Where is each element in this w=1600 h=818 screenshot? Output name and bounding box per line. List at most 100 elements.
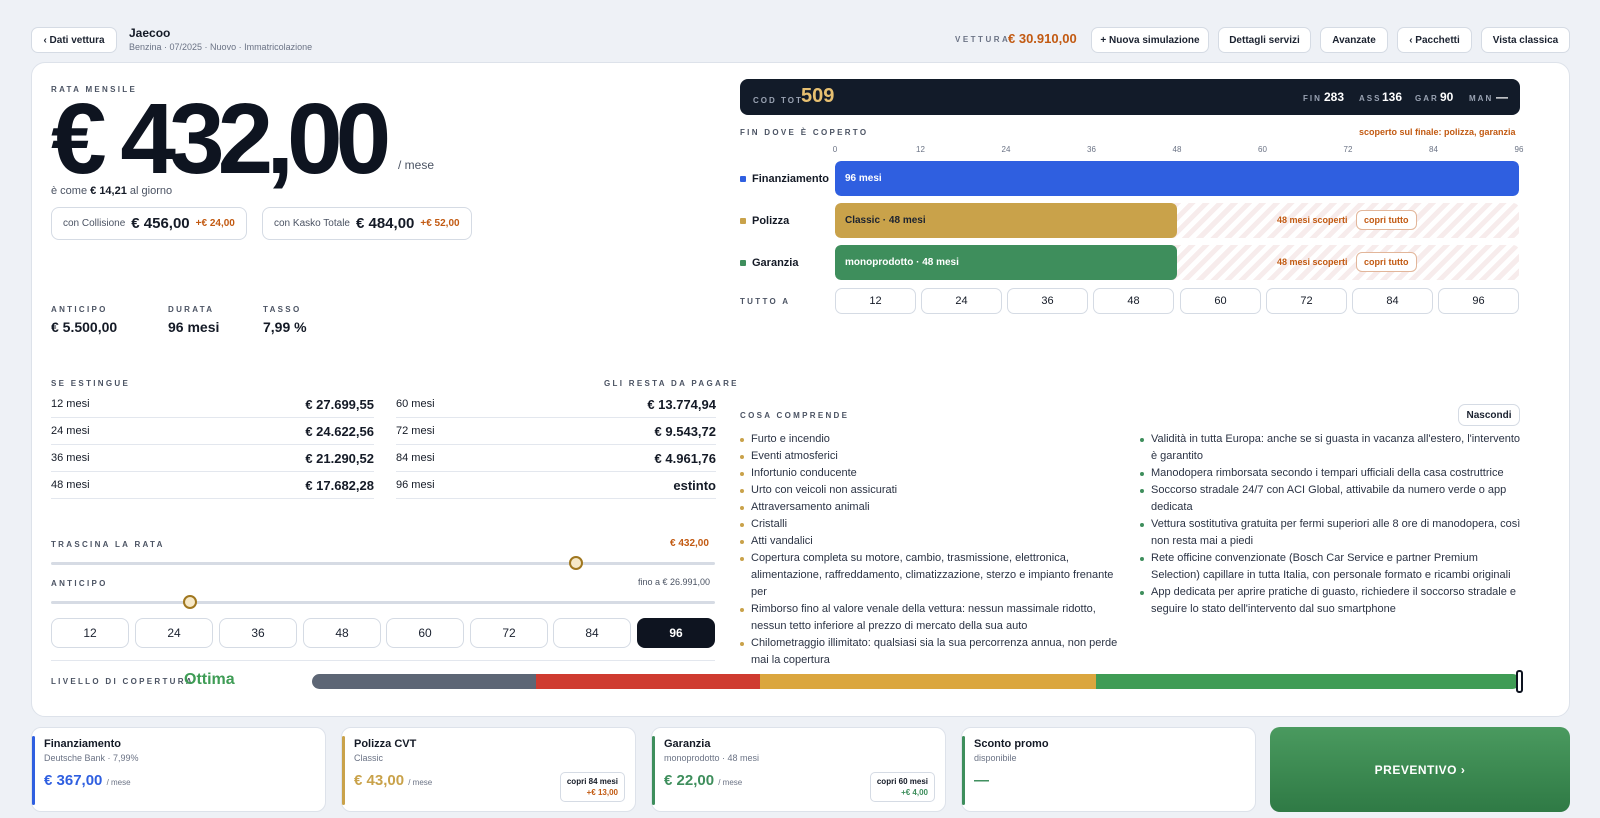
- lane-fill: Classic · 48 mesi: [835, 203, 1177, 238]
- card-value: € 367,00 / mese: [44, 772, 131, 789]
- list-item: Validità in tutta Europa: anche se si gu…: [1140, 431, 1522, 465]
- table-row: 72 mesi € 9.543,72: [396, 418, 716, 445]
- down-payment-max: fino a € 26.991,00: [638, 577, 711, 587]
- row-months: 84 mesi: [396, 452, 435, 464]
- lane-color-dot: [740, 260, 746, 266]
- table-row: 60 mesi € 13.774,94: [396, 391, 716, 418]
- card-unit: / mese: [106, 778, 131, 787]
- coverage-level-handle[interactable]: [1516, 670, 1523, 693]
- summary-card-promo[interactable]: Sconto promo disponibile —: [961, 727, 1256, 812]
- down-payment-slider-label: ANTICIPO: [51, 579, 108, 588]
- rate-slider[interactable]: [51, 562, 715, 565]
- new-simulation-button[interactable]: + Nuova simulazione: [1091, 27, 1209, 53]
- cover-all-button[interactable]: copri tutto: [1356, 210, 1417, 230]
- summary-card-policy[interactable]: Polizza CVT Classic € 43,00 / mese copri…: [341, 727, 636, 812]
- cover-more-button[interactable]: copri 60 mesi +€ 4,00: [869, 772, 935, 802]
- rate-slider-handle[interactable]: [568, 556, 583, 570]
- advanced-button[interactable]: Avanzate: [1320, 27, 1388, 53]
- list-item: Urto con veicoli non assicurati: [740, 482, 1125, 499]
- card-title: Finanziamento: [44, 738, 122, 750]
- option-delta: +€ 24,00: [195, 218, 235, 229]
- cover-all-button[interactable]: copri tutto: [1356, 252, 1417, 272]
- lane-uncovered-text: 48 mesi scoperti: [1277, 257, 1348, 267]
- down-payment-slider[interactable]: [51, 601, 715, 604]
- includes-list-left: Furto e incendio Eventi atmosferici Info…: [740, 431, 1125, 669]
- duration-label: DURATA: [168, 305, 215, 314]
- lane-fill: 96 mesi: [835, 161, 1519, 196]
- all-to-option[interactable]: 96: [1438, 288, 1519, 314]
- back-to-car-data-button[interactable]: ‹ Dati vettura: [31, 27, 117, 53]
- card-accent: [962, 736, 965, 805]
- row-months: 72 mesi: [396, 425, 435, 437]
- row-months: 96 mesi: [396, 479, 435, 491]
- cod-item-label: MAN: [1469, 94, 1494, 103]
- coverage-segment: [536, 674, 760, 689]
- cod-item-value: —: [1496, 90, 1508, 104]
- hide-button[interactable]: Nascondi: [1458, 404, 1520, 426]
- cover-more-delta: +€ 13,00: [586, 788, 618, 797]
- option-collision[interactable]: con Collisione € 456,00 +€ 24,00: [51, 207, 247, 240]
- table-row: 24 mesi € 24.622,56: [51, 418, 374, 445]
- row-months: 60 mesi: [396, 398, 435, 410]
- duration-option[interactable]: 36: [219, 618, 297, 648]
- all-to-option[interactable]: 84: [1352, 288, 1433, 314]
- remaining-label: GLI RESTA DA PAGARE: [604, 379, 739, 388]
- down-payment-label: ANTICIPO: [51, 305, 108, 314]
- cod-item-label: GAR: [1415, 94, 1439, 103]
- summary-card-warranty[interactable]: Garanzia monoprodotto · 48 mesi € 22,00 …: [651, 727, 946, 812]
- all-to-option[interactable]: 48: [1093, 288, 1174, 314]
- includes-list-right: Validità in tutta Europa: anche se si gu…: [1140, 431, 1522, 618]
- list-item: Rimborso fino al valore venale della vet…: [740, 601, 1125, 635]
- row-months: 48 mesi: [51, 479, 90, 491]
- all-to-option[interactable]: 36: [1007, 288, 1088, 314]
- row-value: € 21.290,52: [305, 450, 374, 466]
- lane-fill-label: 96 mesi: [845, 173, 882, 184]
- card-amount: € 367,00: [44, 772, 103, 789]
- timeline-tick: 0: [832, 145, 838, 154]
- card-title: Sconto promo: [974, 738, 1049, 750]
- lane-color-dot: [740, 176, 746, 182]
- timeline-tick: 12: [916, 145, 925, 154]
- service-details-button[interactable]: Dettagli servizi: [1218, 27, 1311, 53]
- duration-option[interactable]: 48: [303, 618, 381, 648]
- payoff-label: SE ESTINGUE: [51, 379, 131, 388]
- cod-summary-bar: COD TOT 509 FIN 283 ASS 136 GAR 90 MAN —: [740, 79, 1520, 115]
- summary-card-financing[interactable]: Finanziamento Deutsche Bank · 7,99% € 36…: [31, 727, 326, 812]
- all-to-option[interactable]: 72: [1266, 288, 1347, 314]
- timeline-tick: 84: [1429, 145, 1438, 154]
- list-item: Atti vandalici: [740, 533, 1125, 550]
- down-payment-slider-handle[interactable]: [183, 595, 198, 609]
- card-amount: —: [974, 772, 989, 789]
- card-title: Polizza CVT: [354, 738, 417, 750]
- quote-button[interactable]: PREVENTIVO ›: [1270, 727, 1570, 812]
- list-item: Eventi atmosferici: [740, 448, 1125, 465]
- row-value: estinto: [673, 477, 716, 493]
- row-months: 12 mesi: [51, 398, 90, 410]
- packages-button[interactable]: ‹ Pacchetti: [1397, 27, 1472, 53]
- lane-name: Garanzia: [752, 257, 799, 269]
- duration-option[interactable]: 72: [470, 618, 548, 648]
- list-item: Soccorso stradale 24/7 con ACI Global, a…: [1140, 482, 1522, 516]
- classic-view-button[interactable]: Vista classica: [1481, 27, 1570, 53]
- list-item: Infortunio conducente: [740, 465, 1125, 482]
- vehicle-label: VETTURA: [955, 35, 1011, 44]
- card-value: —: [974, 772, 989, 789]
- coverage-level-value: Ottima: [184, 671, 235, 688]
- uncovered-warning: scoperto sul finale: polizza, garanzia: [1359, 127, 1516, 137]
- all-to-option[interactable]: 24: [921, 288, 1002, 314]
- card-value: € 22,00 / mese: [664, 772, 742, 789]
- list-item: Attraversamento animali: [740, 499, 1125, 516]
- table-row: 12 mesi € 27.699,55: [51, 391, 374, 418]
- all-to-option[interactable]: 12: [835, 288, 916, 314]
- card-accent: [652, 736, 655, 805]
- option-full-kasko[interactable]: con Kasko Totale € 484,00 +€ 52,00: [262, 207, 472, 240]
- duration-option[interactable]: 84: [553, 618, 631, 648]
- duration-option[interactable]: 60: [386, 618, 464, 648]
- lane-label-garanzia: Garanzia: [740, 257, 798, 269]
- duration-option[interactable]: 12: [51, 618, 129, 648]
- duration-option-selected[interactable]: 96: [637, 618, 715, 648]
- cover-more-button[interactable]: copri 84 mesi +€ 13,00: [559, 772, 625, 802]
- duration-option[interactable]: 24: [135, 618, 213, 648]
- all-to-option[interactable]: 60: [1180, 288, 1261, 314]
- lane-name: Finanziamento: [752, 173, 830, 185]
